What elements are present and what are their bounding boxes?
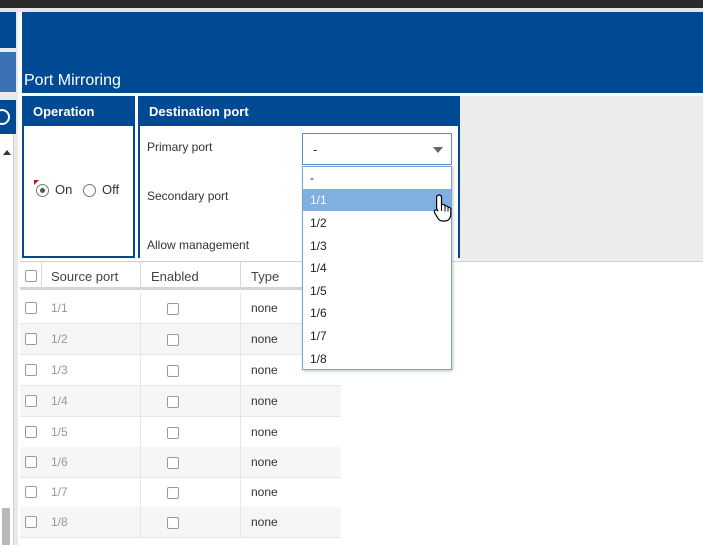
dropdown-option[interactable]: 1/6 (303, 302, 451, 324)
column-header-source-port[interactable]: Source port (51, 269, 118, 284)
column-divider (240, 262, 241, 290)
column-divider (240, 507, 241, 538)
dropdown-option[interactable]: - (303, 167, 451, 189)
row-type: none (251, 301, 278, 315)
hand-cursor-icon (433, 194, 452, 222)
sidebar-block (0, 12, 16, 48)
row-select-checkbox[interactable] (25, 302, 37, 314)
table-row[interactable]: 1/1 none (20, 293, 341, 324)
scroll-up-arrow-icon[interactable] (3, 150, 11, 155)
operation-panel-title: Operation (24, 98, 133, 126)
row-enabled-checkbox[interactable] (167, 457, 179, 469)
row-enabled-checkbox[interactable] (167, 334, 179, 346)
table-header: Source port Enabled Type (20, 262, 341, 290)
panel-background (460, 96, 703, 261)
row-enabled-checkbox[interactable] (167, 427, 179, 439)
dropdown-option-highlighted[interactable]: 1/1 (303, 189, 451, 211)
column-divider (240, 293, 241, 324)
sidebar-scroll-area (0, 134, 14, 545)
dropdown-option[interactable]: 1/4 (303, 257, 451, 279)
column-divider (140, 447, 141, 478)
chevron-down-icon (433, 147, 443, 153)
column-header-enabled[interactable]: Enabled (151, 269, 199, 284)
row-enabled-checkbox[interactable] (167, 517, 179, 529)
column-header-type[interactable]: Type (251, 269, 279, 284)
row-type: none (251, 515, 278, 529)
row-type: none (251, 363, 278, 377)
row-source-port: 1/2 (51, 332, 68, 346)
column-divider (240, 324, 241, 355)
row-source-port: 1/7 (51, 485, 68, 499)
column-divider (240, 477, 241, 508)
row-type: none (251, 394, 278, 408)
row-source-port: 1/5 (51, 425, 68, 439)
table-row[interactable]: 1/6 none (20, 447, 341, 478)
dropdown-option[interactable]: 1/5 (303, 280, 451, 302)
row-select-checkbox[interactable] (25, 456, 37, 468)
allow-management-label: Allow management (147, 238, 250, 252)
column-divider (140, 293, 141, 324)
column-divider (140, 477, 141, 508)
row-select-checkbox[interactable] (25, 486, 37, 498)
dropdown-option[interactable]: 1/7 (303, 325, 451, 347)
dropdown-option[interactable]: 1/2 (303, 212, 451, 234)
table-row[interactable]: 1/4 none (20, 386, 341, 417)
column-divider (41, 262, 42, 290)
operation-off-label: Off (102, 182, 120, 197)
table-row[interactable]: 1/5 none (20, 417, 341, 448)
column-divider (140, 262, 141, 290)
row-select-checkbox[interactable] (25, 516, 37, 528)
table-row[interactable]: 1/2 none (20, 324, 341, 355)
row-enabled-checkbox[interactable] (167, 303, 179, 315)
row-select-checkbox[interactable] (25, 426, 37, 438)
table-row[interactable]: 1/8 none (20, 507, 341, 538)
page-title: Port Mirroring (24, 72, 121, 89)
row-source-port: 1/3 (51, 363, 68, 377)
destination-panel-title: Destination port (140, 98, 458, 126)
row-select-checkbox[interactable] (25, 364, 37, 376)
dropdown-option[interactable]: 1/3 (303, 235, 451, 257)
column-divider (140, 417, 141, 448)
column-divider (240, 417, 241, 448)
row-select-checkbox[interactable] (25, 395, 37, 407)
row-source-port: 1/8 (51, 515, 68, 529)
row-source-port: 1/6 (51, 455, 68, 469)
row-type: none (251, 332, 278, 346)
column-divider (140, 355, 141, 386)
row-select-checkbox[interactable] (25, 333, 37, 345)
row-type: none (251, 485, 278, 499)
column-divider (140, 507, 141, 538)
table-row[interactable]: 1/7 none (20, 477, 341, 508)
page-header: Port Mirroring (22, 12, 703, 93)
primary-port-label: Primary port (147, 140, 213, 154)
column-divider (240, 447, 241, 478)
row-source-port: 1/1 (51, 301, 68, 315)
sidebar-nav-item[interactable] (0, 52, 16, 92)
operation-panel: Operation On Off (22, 96, 135, 258)
primary-port-value: - (313, 142, 318, 157)
row-enabled-checkbox[interactable] (167, 396, 179, 408)
primary-port-dropdown: - 1/1 1/2 1/3 1/4 1/5 1/6 1/7 1/8 (302, 166, 452, 370)
secondary-port-label: Secondary port (147, 189, 229, 203)
primary-port-select[interactable]: - (302, 133, 452, 165)
row-type: none (251, 455, 278, 469)
select-all-checkbox[interactable] (25, 270, 37, 282)
dropdown-option[interactable]: 1/8 (303, 348, 451, 370)
operation-on-label: On (55, 182, 73, 197)
table-row[interactable]: 1/3 none (20, 355, 341, 386)
row-enabled-checkbox[interactable] (167, 365, 179, 377)
operation-off-radio[interactable] (83, 184, 96, 197)
column-divider (240, 355, 241, 386)
window-top-bar (0, 0, 703, 8)
column-divider (240, 386, 241, 417)
column-divider (140, 324, 141, 355)
row-source-port: 1/4 (51, 394, 68, 408)
column-divider (140, 386, 141, 417)
row-type: none (251, 425, 278, 439)
row-enabled-checkbox[interactable] (167, 487, 179, 499)
sidebar-scrollbar-thumb[interactable] (2, 508, 10, 545)
operation-on-radio[interactable] (36, 184, 49, 197)
